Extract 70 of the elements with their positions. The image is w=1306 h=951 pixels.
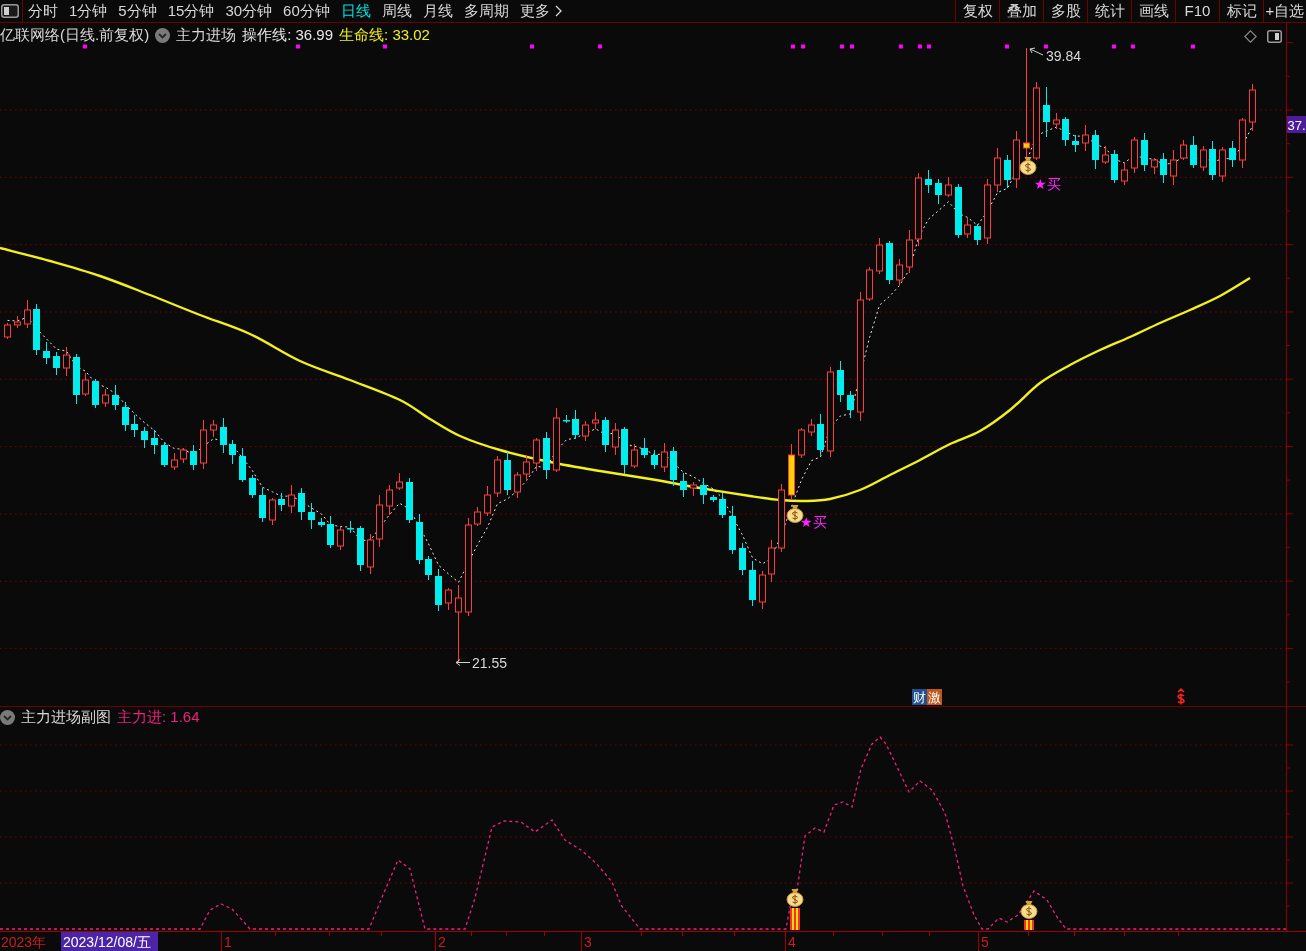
buy-signal-label: ★买 — [1034, 176, 1061, 192]
period-tab[interactable]: 分时 — [28, 0, 58, 22]
toolbar-button[interactable]: 画线 — [1131, 0, 1175, 22]
signal-marker-icon — [1044, 44, 1048, 49]
signal-bar — [790, 908, 800, 930]
signal-marker-icon — [918, 44, 922, 49]
low-price-label: 21.55 — [472, 655, 508, 671]
period-tab[interactable]: 15分钟 — [167, 0, 215, 22]
indicator-name: 主力进场 — [176, 26, 237, 44]
toolbar-button[interactable]: 复权 — [955, 0, 999, 22]
date-cursor-label: 2023/12/08/五 — [61, 932, 158, 951]
signal-marker-icon — [801, 44, 805, 49]
more-menu-button[interactable]: 更多 — [519, 0, 562, 22]
collapse-toggle-icon[interactable] — [0, 709, 15, 725]
period-tab[interactable]: 多周期 — [463, 0, 509, 22]
panel-toggle-icon[interactable] — [1267, 30, 1282, 43]
dollar-marker-icon — [1177, 688, 1185, 706]
signal-marker-icon — [791, 44, 795, 49]
leader-arrow — [1029, 47, 1044, 56]
signal-marker-icon — [1131, 44, 1135, 49]
signal-bar — [1024, 920, 1034, 930]
signal-marker-icon — [840, 44, 844, 49]
sidebar-toggle-icon[interactable] — [1, 4, 19, 18]
signal-marker-icon — [850, 44, 854, 49]
period-tab[interactable]: 日线 — [340, 0, 371, 22]
leader-arrow — [455, 659, 471, 666]
signal-marker-icon — [1005, 44, 1009, 49]
stock-title: 亿联网络(日线.前复权) — [0, 26, 150, 44]
money-bag-icon — [1019, 157, 1037, 175]
toolbar-button[interactable]: 多股 — [1043, 0, 1087, 22]
period-tab[interactable]: 60分钟 — [283, 0, 330, 22]
month-label: 3 — [584, 934, 592, 950]
legend-readout: 主力进: 1.64 — [117, 708, 200, 726]
toolbar-button[interactable]: F10 — [1175, 0, 1219, 22]
signal-marker-icon — [83, 44, 87, 49]
legend-readout: 操作线: 36.99 — [242, 26, 334, 44]
signal-marker-icon — [296, 44, 300, 49]
event-badge[interactable]: 财 — [912, 689, 927, 705]
diamond-icon[interactable] — [1244, 30, 1257, 43]
toolbar-button[interactable]: 叠加 — [999, 0, 1043, 22]
period-tab[interactable]: 5分钟 — [118, 0, 157, 22]
signal-marker-icon — [1191, 44, 1195, 49]
high-price-label: 39.84 — [1046, 48, 1082, 64]
legend-readout: 生命线: 33.02 — [339, 26, 430, 44]
event-badge[interactable]: 激 — [927, 689, 942, 705]
subchart-title: 主力进场副图 — [21, 708, 111, 726]
money-bag-icon — [1020, 901, 1038, 919]
collapse-toggle-icon[interactable] — [155, 27, 171, 43]
toolbar-button[interactable]: 统计 — [1087, 0, 1131, 22]
toolbar-button[interactable]: 标记 — [1219, 0, 1263, 22]
year-label: 2023年 — [1, 934, 47, 950]
month-label: 5 — [981, 934, 989, 950]
chevron-right-icon — [554, 5, 562, 17]
signal-marker-icon — [530, 44, 534, 49]
month-label: 1 — [224, 934, 232, 950]
signal-marker-icon — [927, 44, 931, 49]
toolbar-button[interactable]: +自选 — [1263, 0, 1306, 22]
period-tab[interactable]: 周线 — [381, 0, 412, 22]
month-label: 4 — [788, 934, 796, 950]
signal-marker-icon — [899, 44, 903, 49]
period-tab[interactable]: 30分钟 — [225, 0, 273, 22]
signal-marker-icon — [598, 44, 602, 49]
month-label: 2 — [438, 934, 446, 950]
signal-marker-icon — [383, 44, 387, 49]
buy-signal-label: ★买 — [800, 514, 827, 530]
period-tab[interactable]: 月线 — [422, 0, 453, 22]
price-tag: 37. — [1287, 116, 1306, 133]
money-bag-icon — [786, 889, 804, 907]
period-tab[interactable]: 1分钟 — [69, 0, 108, 22]
signal-marker-icon — [1112, 44, 1116, 49]
